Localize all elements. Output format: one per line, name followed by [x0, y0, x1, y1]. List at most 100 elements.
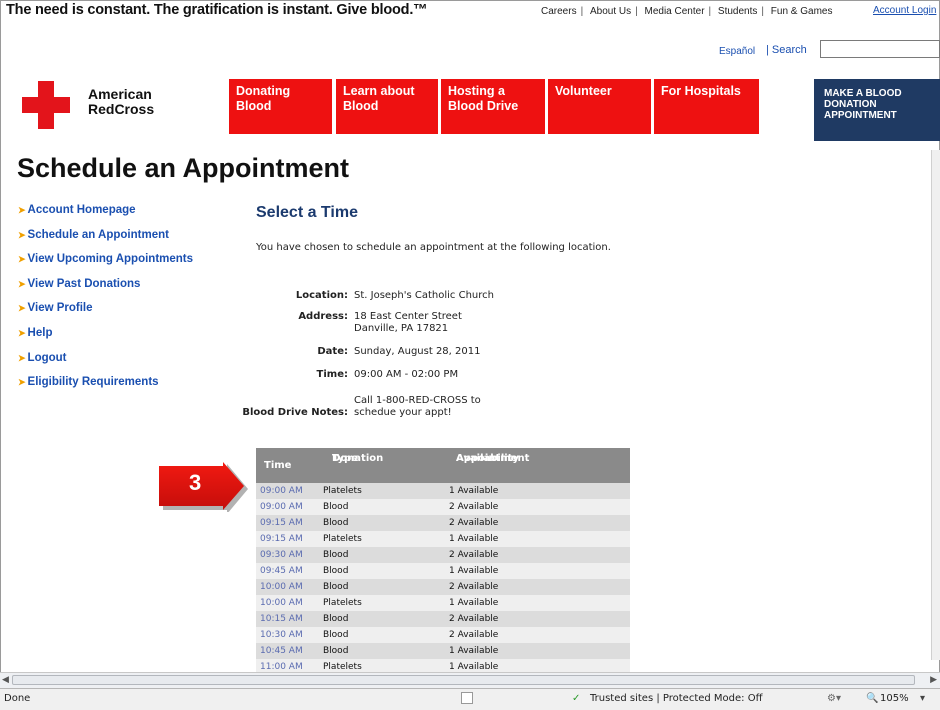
header-time: Time	[264, 460, 292, 471]
nav-learn-about-blood[interactable]: Learn about Blood	[336, 79, 438, 134]
zoom-icon[interactable]: 🔍	[866, 693, 878, 704]
sidebar: ➤ Account Homepage ➤ Schedule an Appointme…	[18, 204, 193, 401]
arrow-bullet-icon: ➤	[18, 327, 26, 338]
top-link-fun-games[interactable]: Fun & Games	[771, 6, 833, 17]
nav-for-hospitals[interactable]: For Hospitals	[654, 79, 759, 134]
sidebar-item-label: Logout	[27, 351, 67, 364]
donation-type-cell: Blood	[323, 502, 349, 512]
sidebar-item-view-profile[interactable]: ➤ View Profile	[18, 302, 193, 327]
availability-cell: 1 Available	[449, 646, 499, 656]
table-row: 10:00 AM Platelets 1 Available	[256, 595, 630, 611]
sidebar-item-account-homepage[interactable]: ➤ Account Homepage	[18, 204, 193, 229]
donation-type-cell: Platelets	[323, 534, 362, 544]
step-number: 3	[189, 470, 202, 495]
sidebar-item-label: View Upcoming Appointments	[27, 253, 194, 266]
time-slot-link[interactable]: 11:00 AM	[260, 659, 303, 672]
availability-cell: 2 Available	[449, 550, 499, 560]
time-slot-link[interactable]: 10:30 AM	[260, 627, 303, 643]
top-link-students[interactable]: Students	[718, 6, 757, 17]
horizontal-scrollbar[interactable]: ◀ ▶	[0, 672, 940, 688]
scroll-left-icon[interactable]: ◀	[2, 674, 9, 685]
sidebar-item-logout[interactable]: ➤ Logout	[18, 352, 193, 377]
donation-type-cell: Blood	[323, 518, 349, 528]
notes-line-1: Call 1-800-RED-CROSS to	[354, 395, 481, 406]
nav-label: Donating	[236, 84, 291, 98]
sidebar-item-label: View Past Donations	[27, 277, 141, 290]
scroll-right-icon[interactable]: ▶	[930, 674, 937, 685]
donation-type-cell: Blood	[323, 614, 349, 624]
availability-cell: 1 Available	[449, 534, 499, 544]
page-icon	[461, 692, 473, 704]
table-row: 10:15 AM Blood 2 Available	[256, 611, 630, 627]
top-link-media-center[interactable]: Media Center	[645, 6, 705, 17]
table-row: 11:00 AM Platelets 1 Available	[256, 659, 630, 672]
nav-volunteer[interactable]: Volunteer	[548, 79, 651, 134]
donation-type-cell: Platelets	[323, 662, 362, 672]
horizontal-scroll-thumb[interactable]	[12, 675, 915, 685]
espanol-link[interactable]: Español	[719, 46, 755, 57]
donation-type-cell: Blood	[323, 630, 349, 640]
time-slot-link[interactable]: 10:00 AM	[260, 595, 303, 611]
logo-wordmark[interactable]: American RedCross	[88, 87, 154, 117]
sidebar-item-label: View Profile	[27, 302, 93, 315]
sidebar-item-eligibility[interactable]: ➤ Eligibility Requirements	[18, 376, 193, 401]
time-slot-link[interactable]: 09:00 AM	[260, 483, 303, 499]
search-input[interactable]	[820, 40, 940, 58]
time-slot-link[interactable]: 09:45 AM	[260, 563, 303, 579]
nav-label: Blood Drive	[448, 99, 519, 113]
donation-type-cell: Platelets	[323, 598, 362, 608]
nav-label: For Hospitals	[661, 84, 741, 98]
top-link-about-us[interactable]: About Us	[590, 6, 631, 17]
nav-donating-blood[interactable]: Donating Blood	[229, 79, 332, 134]
sidebar-item-label: Help	[27, 326, 53, 339]
sidebar-item-label: Account Homepage	[27, 204, 136, 216]
header-line: Type	[332, 453, 359, 464]
sidebar-item-view-upcoming[interactable]: ➤ View Upcoming Appointments	[18, 253, 193, 278]
sidebar-item-schedule-appointment[interactable]: ➤ Schedule an Appointment	[18, 229, 193, 254]
sidebar-item-label: Schedule an Appointment	[27, 228, 169, 241]
red-cross-logo-icon[interactable]	[22, 81, 70, 129]
time-slot-link[interactable]: 10:45 AM	[260, 643, 303, 659]
table-header: Time Donation Type Appointment Availabil…	[256, 448, 630, 483]
make-donation-appointment-button[interactable]: MAKE A BLOOD DONATION APPOINTMENT	[814, 79, 940, 141]
arrow-bullet-icon: ➤	[18, 352, 26, 363]
availability-cell: 2 Available	[449, 518, 499, 528]
arrow-bullet-icon: ➤	[18, 303, 26, 314]
nav-hosting-a-blood-drive[interactable]: Hosting a Blood Drive	[441, 79, 545, 134]
cta-line: DONATION	[824, 99, 877, 110]
protected-mode-icon[interactable]: ⚙▾	[827, 693, 841, 704]
address-line-2: Danville, PA 17821	[354, 323, 449, 334]
zoom-level[interactable]: 105%	[880, 693, 909, 704]
table-row: 10:45 AM Blood 1 Available	[256, 643, 630, 659]
search-link[interactable]: | Search	[766, 44, 807, 56]
vertical-scrollbar[interactable]	[931, 150, 940, 660]
donation-type-cell: Blood	[323, 566, 349, 576]
availability-cell: 2 Available	[449, 614, 499, 624]
time-slot-link[interactable]: 09:15 AM	[260, 531, 303, 547]
availability-cell: 1 Available	[449, 598, 499, 608]
section-title: Select a Time	[256, 204, 358, 221]
account-login-link[interactable]: Account Login	[873, 5, 936, 16]
time-slot-link[interactable]: 09:15 AM	[260, 515, 303, 531]
time-slot-link[interactable]: 10:15 AM	[260, 611, 303, 627]
donation-type-cell: Blood	[323, 550, 349, 560]
top-link-careers[interactable]: Careers	[541, 6, 577, 17]
top-links: Careers | About Us | Media Center | Student…	[541, 6, 833, 17]
tagline: The need is constant. The gratification …	[6, 2, 428, 18]
status-text: Done	[4, 693, 31, 704]
time-value: 09:00 AM - 02:00 PM	[354, 369, 459, 380]
time-slot-link[interactable]: 10:00 AM	[260, 579, 303, 595]
arrow-bullet-icon: ➤	[18, 278, 26, 289]
location-value: St. Joseph's Catholic Church	[354, 290, 494, 301]
zoom-dropdown-icon[interactable]: ▾	[920, 693, 925, 704]
time-slot-link[interactable]: 09:30 AM	[260, 547, 303, 563]
sidebar-item-help[interactable]: ➤ Help	[18, 327, 193, 352]
date-label: Date:	[317, 346, 348, 357]
cta-line: APPOINTMENT	[824, 110, 897, 121]
arrow-bullet-icon: ➤	[18, 205, 26, 215]
nav-label: Blood	[236, 99, 272, 113]
sidebar-item-view-past-donations[interactable]: ➤ View Past Donations	[18, 278, 193, 303]
time-slot-link[interactable]: 09:00 AM	[260, 499, 303, 515]
arrow-bullet-icon: ➤	[18, 229, 26, 240]
security-zone[interactable]: Trusted sites | Protected Mode: Off	[590, 693, 763, 704]
